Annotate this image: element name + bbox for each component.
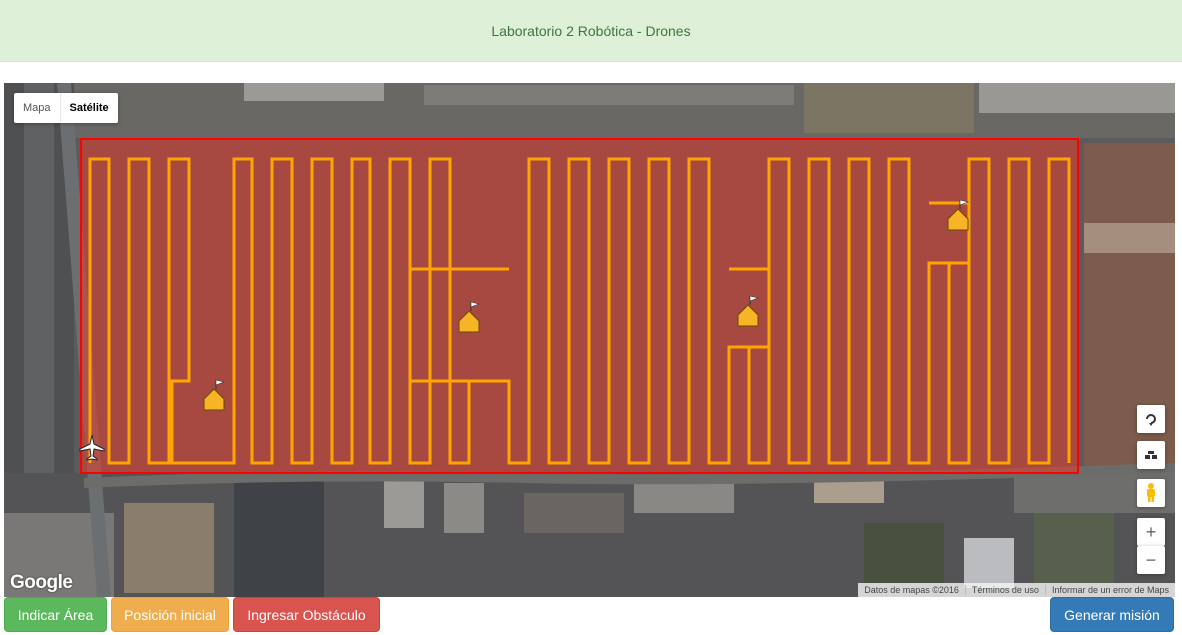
- map-type-control: Mapa Satélite: [14, 93, 118, 123]
- map-data-credit: Datos de mapas ©2016: [858, 585, 966, 595]
- add-obstacle-button[interactable]: Ingresar Obstáculo: [233, 597, 380, 632]
- pegman-icon[interactable]: [1137, 479, 1165, 507]
- zoom-out-button[interactable]: −: [1137, 546, 1165, 574]
- map-type-satellite-button[interactable]: Satélite: [59, 93, 118, 123]
- map-view[interactable]: Mapa Satélite + − Google Datos de mapas …: [4, 83, 1175, 597]
- report-error-link[interactable]: Informar de un error de Maps: [1046, 585, 1175, 595]
- google-logo: Google: [10, 572, 73, 593]
- zoom-in-button[interactable]: +: [1137, 518, 1165, 546]
- map-type-map-button[interactable]: Mapa: [14, 93, 60, 123]
- indicate-area-button[interactable]: Indicar Área: [4, 597, 107, 632]
- rotate-icon[interactable]: [1137, 405, 1165, 433]
- start-position-button[interactable]: Posición inicial: [111, 597, 229, 632]
- map-attribution: Datos de mapas ©2016 Términos de uso Inf…: [858, 583, 1175, 597]
- generate-mission-button[interactable]: Generar misión: [1050, 597, 1174, 632]
- satellite-imagery[interactable]: [4, 83, 1175, 597]
- page-header: Laboratorio 2 Robótica - Drones: [0, 0, 1182, 62]
- tilt-icon[interactable]: [1137, 441, 1165, 469]
- terms-link[interactable]: Términos de uso: [966, 585, 1046, 595]
- page-title: Laboratorio 2 Robótica - Drones: [491, 22, 691, 39]
